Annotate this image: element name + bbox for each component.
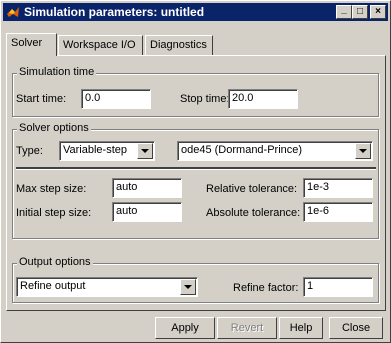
stop-time-label: Stop time: xyxy=(180,93,230,105)
revert-button-label: Revert xyxy=(230,322,264,334)
absolute-tolerance-label: Absolute tolerance: xyxy=(206,207,301,219)
chevron-down-icon[interactable] xyxy=(180,279,196,295)
solver-method-value: ode45 (Dormand-Prince) xyxy=(181,144,303,156)
start-time-input[interactable]: 0.0 xyxy=(81,89,151,109)
dialog-window: Simulation parameters: untitled _ □ × So… xyxy=(0,0,391,343)
max-step-input[interactable]: auto xyxy=(112,178,182,198)
solver-type-dropdown[interactable]: Variable-step xyxy=(59,141,155,161)
tab-diagnostics[interactable]: Diagnostics xyxy=(145,35,213,55)
relative-tolerance-input[interactable]: 1e-3 xyxy=(303,178,373,198)
help-button-label: Help xyxy=(289,322,313,334)
minimize-button[interactable]: _ xyxy=(336,5,352,19)
chevron-down-icon[interactable] xyxy=(355,143,371,159)
refine-factor-input[interactable]: 1 xyxy=(303,277,373,297)
tab-workspace-io-label: Workspace I/O xyxy=(63,39,136,51)
close-icon: × xyxy=(375,6,381,17)
apply-button[interactable]: Apply xyxy=(155,317,215,339)
relative-tolerance-label: Relative tolerance: xyxy=(206,183,298,195)
output-mode-value: Refine output xyxy=(20,280,86,292)
solver-type-value: Variable-step xyxy=(63,144,127,156)
tab-solver[interactable]: Solver xyxy=(6,33,57,56)
apply-button-label: Apply xyxy=(171,322,199,334)
stop-time-input[interactable]: 20.0 xyxy=(228,89,298,109)
output-options-legend: Output options xyxy=(17,256,93,268)
minimize-icon: _ xyxy=(341,4,347,15)
title-bar[interactable]: Simulation parameters: untitled _ □ × xyxy=(3,3,388,21)
close-button[interactable]: Close xyxy=(329,317,383,339)
close-button-label: Close xyxy=(341,322,371,334)
maximize-button[interactable]: □ xyxy=(352,5,368,19)
refine-factor-label: Refine factor: xyxy=(233,282,299,294)
chevron-down-icon[interactable] xyxy=(137,143,153,159)
solver-options-legend: Solver options xyxy=(17,122,91,134)
initial-step-input[interactable]: auto xyxy=(112,202,182,222)
revert-button[interactable]: Revert xyxy=(217,317,277,339)
max-step-label: Max step size: xyxy=(16,183,87,195)
matlab-icon xyxy=(5,4,21,20)
tab-workspace-io[interactable]: Workspace I/O xyxy=(58,35,143,55)
close-window-button[interactable]: × xyxy=(370,5,386,19)
solver-type-label: Type: xyxy=(16,145,43,157)
solver-divider xyxy=(16,167,376,170)
window-title: Simulation parameters: untitled xyxy=(24,5,205,19)
simulation-time-legend: Simulation time xyxy=(17,66,97,78)
help-button[interactable]: Help xyxy=(279,317,323,339)
output-mode-dropdown[interactable]: Refine output xyxy=(16,277,198,297)
absolute-tolerance-input[interactable]: 1e-6 xyxy=(303,202,373,222)
maximize-icon: □ xyxy=(356,6,364,17)
start-time-label: Start time: xyxy=(16,93,67,105)
initial-step-label: Initial step size: xyxy=(16,207,92,219)
tab-diagnostics-label: Diagnostics xyxy=(150,39,207,51)
tab-solver-label: Solver xyxy=(11,37,43,49)
solver-method-dropdown[interactable]: ode45 (Dormand-Prince) xyxy=(177,141,373,161)
